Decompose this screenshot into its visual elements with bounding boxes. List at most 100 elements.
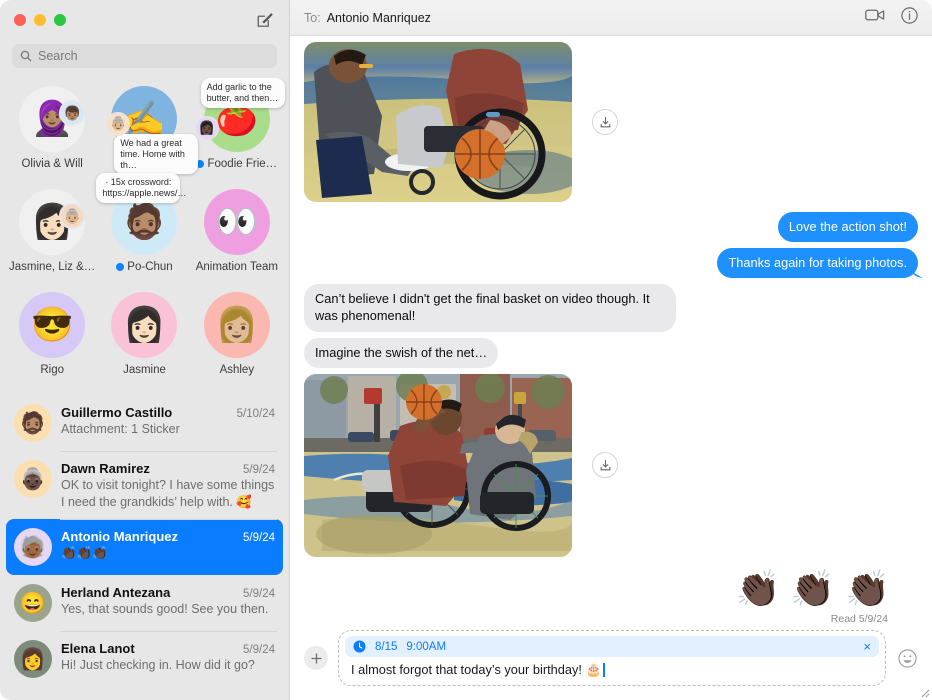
conversation-list-item[interactable]: 👵🏿 Dawn Ramirez 5/9/24 OK to visit tonight?… [6,451,283,519]
pinned-secondary-avatar: 👵🏼 [59,203,86,229]
outgoing-message-bubble[interactable]: Love the action shot! [777,212,918,243]
pinned-conversation[interactable]: 😎 Rigo [6,288,98,387]
conversation-date: 5/10/24 [236,408,275,420]
incoming-message-bubble[interactable]: Can’t believe I didn't get the final bas… [304,284,676,332]
info-circle-icon[interactable] [901,6,918,29]
plus-icon[interactable] [304,646,328,670]
conversation-top-line: Herland Antezana 5/9/24 [61,585,275,600]
chip-time: 9:00AM [406,640,447,653]
avatar: 🧓🏾 [14,528,52,566]
message-row: Thanks again for taking photos. [304,248,918,279]
minimize-button[interactable] [34,14,46,26]
composer: 8/15 9:00AM × I almost forgot that today… [290,622,932,700]
resize-grip[interactable] [918,686,930,698]
list-divider [60,451,277,452]
smart-suggestion-chip[interactable]: 8/15 9:00AM × [345,636,879,657]
sidebar: Search 🧕🏽 👦🏽 Olivia & Will ✍️ We had a great… [0,0,290,700]
search-input[interactable]: Search [12,44,277,68]
compose-icon[interactable] [255,10,275,30]
photo-attachment[interactable] [304,373,572,557]
avatar: 🧔🏽 [14,404,52,442]
incoming-message-bubble[interactable]: Imagine the swish of the net… [304,337,499,368]
conversation-list-item[interactable]: 🧓🏾 Antonio Manriquez 5/9/24 👏🏿👏🏿👏🏿 [6,519,283,575]
clock-icon [353,640,366,653]
conversation-body: Herland Antezana 5/9/24 Yes, that sounds g… [61,584,275,618]
conversation-body: Dawn Ramirez 5/9/24 OK to visit tonight? I… [61,460,275,510]
list-divider [60,631,277,632]
conversation-preview: OK to visit tonight? I have some things … [61,478,275,509]
conversation-name: Guillermo Castillo [61,405,173,420]
conversation-name: Antonio Manriquez [61,529,178,544]
read-receipt: Read 5/9/24 [830,612,888,622]
messages-window: Search 🧕🏽 👦🏽 Olivia & Will ✍️ We had a great… [0,0,932,700]
recipient-name[interactable]: Antonio Manriquez [327,11,431,25]
header-actions [865,6,918,29]
pinned-conversation[interactable]: ✍️We had a great time. Home with th…👵🏼Pe… [98,82,199,181]
close-icon[interactable]: × [863,640,871,653]
pinned-preview-bubble: · 15x crossword: https://apple.news/… [96,173,186,203]
zoom-button[interactable] [54,14,66,26]
message-thread[interactable]: Love the action shot! Thanks again for ta… [290,36,932,622]
conversation-pane: To: Antonio Manriquez Love the action sh… [290,0,932,700]
pinned-conversation[interactable]: 👩🏻 Jasmine [98,288,190,387]
text-caret [603,663,605,677]
share-download-icon[interactable] [592,452,618,479]
conversation-top-line: Dawn Ramirez 5/9/24 [61,461,275,476]
pinned-label: Po-Chun [116,261,173,273]
sidebar-titlebar [0,0,289,40]
close-button[interactable] [14,14,26,26]
pinned-avatar: 🧕🏽 👦🏽 [19,86,86,152]
pinned-conversation[interactable]: 🧕🏽 👦🏽 Olivia & Will [6,82,98,181]
pinned-conversation[interactable]: 🍅 Add garlic to the butter, and then… 👩🏿 Fo… [191,78,285,181]
pinned-avatar: 👩🏻 👵🏼 [19,189,86,255]
reaction-sticker[interactable]: 👏🏿 [736,570,781,607]
pinned-label-text: Olivia & Will [21,158,83,170]
to-label: To: [304,10,321,25]
conversation-date: 5/9/24 [243,464,275,476]
photo-attachment[interactable] [304,42,572,202]
search-container: Search [0,40,289,78]
message-input-value: I almost forgot that today’s your birthd… [351,662,602,677]
pinned-avatar: 😎 [19,292,86,358]
conversation-body: Elena Lanot 5/9/24 Hi! Just checking in. H… [61,640,275,674]
message-row [304,42,918,202]
pinned-conversation[interactable]: 👩🏻 👵🏼 Jasmine, Liz &… [6,185,98,284]
pinned-label-text: Animation Team [195,261,278,273]
share-download-icon[interactable] [592,109,618,135]
conversation-list-item[interactable]: 😄 Herland Antezana 5/9/24 Yes, that sounds … [6,575,283,631]
pinned-conversations: 🧕🏽 👦🏽 Olivia & Will ✍️ We had a great time. … [0,78,289,395]
conversation-list-item[interactable]: 👩 Elena Lanot 5/9/24 Hi! Just checking in. … [6,631,283,687]
pinned-label: Olivia & Will [21,158,82,170]
video-camera-icon[interactable] [865,8,885,27]
reaction-sticker[interactable]: 👏🏿 [845,570,890,607]
pinned-preview-bubble: Add garlic to the butter, and then… [200,78,285,108]
pinned-label: Rigo [40,364,64,376]
reaction-sticker[interactable]: 👏🏿 [790,570,835,607]
smiley-face-icon[interactable] [896,647,918,669]
pinned-conversation[interactable]: 👀 Animation Team [191,185,283,284]
sidebar-scroll-area[interactable]: 🧕🏽 👦🏽 Olivia & Will ✍️ We had a great time. … [0,78,289,700]
message-input[interactable]: 8/15 9:00AM × I almost forgot that today… [338,630,886,686]
pinned-label-text: Ashley [219,364,255,376]
pinned-avatar: 👩🏼 [203,292,270,358]
unread-dot [116,263,125,271]
window-controls [14,14,66,26]
conversation-top-line: Antonio Manriquez 5/9/24 [61,529,275,544]
message-row [304,373,918,557]
avatar: 😄 [14,584,52,622]
pinned-conversation[interactable]: 👩🏼 Ashley [191,288,283,387]
conversation-preview: Hi! Just checking in. How did it go? [61,658,255,672]
chip-date: 8/15 [375,640,398,653]
outgoing-message-bubble[interactable]: Thanks again for taking photos. [717,248,918,279]
reaction-stickers: 👏🏿 👏🏿 👏🏿 [304,570,918,607]
pinned-label-text: Rigo [40,364,64,376]
conversation-preview: 👏🏿👏🏿👏🏿 [61,546,108,560]
message-row: Can’t believe I didn't get the final bas… [304,284,918,332]
conversation-date: 5/9/24 [243,644,275,656]
conversation-list-item[interactable]: 🧔🏽 Guillermo Castillo 5/10/24 Attachment: 1… [6,395,283,451]
pinned-conversation[interactable]: 🧔🏽 · 15x crossword: https://apple.news/… P… [96,173,190,284]
pinned-label: Animation Team [196,261,278,273]
message-input-text[interactable]: I almost forgot that today’s your birthd… [345,660,879,681]
pinned-label-text: Foodie Frie… [207,158,278,170]
conversation-preview: Attachment: 1 Sticker [61,422,180,436]
